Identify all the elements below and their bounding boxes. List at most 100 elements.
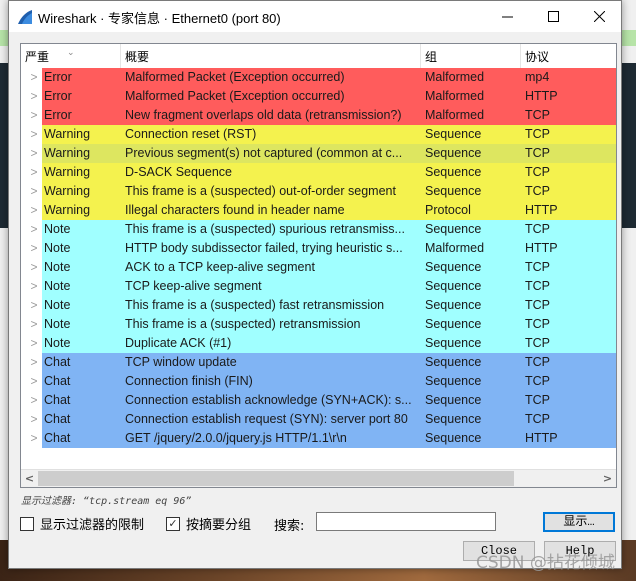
show-button[interactable]: 显示… <box>543 512 615 532</box>
cell-group: Sequence <box>425 127 482 141</box>
expand-chevron-icon[interactable]: > <box>25 277 43 296</box>
table-row[interactable]: > Warning Previous segment(s) not captured… <box>21 144 616 163</box>
scroll-left-icon[interactable]: < <box>21 470 38 487</box>
expand-chevron-icon[interactable]: > <box>25 106 43 125</box>
minimize-button[interactable] <box>484 1 530 32</box>
cell-protocol: TCP <box>525 298 550 312</box>
expand-chevron-icon[interactable]: > <box>25 163 43 182</box>
expand-chevron-icon[interactable]: > <box>25 220 43 239</box>
expand-chevron-icon[interactable]: > <box>25 334 43 353</box>
cell-severity: Note <box>44 317 71 331</box>
cell-group: Sequence <box>425 355 482 369</box>
scroll-right-icon[interactable]: > <box>599 470 616 487</box>
horizontal-scrollbar[interactable]: < > <box>21 469 616 487</box>
expand-chevron-icon[interactable]: > <box>25 429 43 448</box>
cell-protocol: TCP <box>525 412 550 426</box>
maximize-button[interactable] <box>530 1 576 32</box>
table-row[interactable]: > Note ACK to a TCP keep-alive segment Sequ… <box>21 258 616 277</box>
expand-chevron-icon[interactable]: > <box>25 296 43 315</box>
cell-group: Sequence <box>425 431 482 445</box>
cell-protocol: mp4 <box>525 70 550 84</box>
table-row[interactable]: > Warning D-SACK Sequence Sequence TCP <box>21 163 616 182</box>
table-row[interactable]: > Note Duplicate ACK (#1) Sequence TCP <box>21 334 616 353</box>
cell-summary: This frame is a (suspected) spurious ret… <box>125 222 405 236</box>
cell-summary: GET /jquery/2.0.0/jquery.js HTTP/1.1\r\n <box>125 431 347 445</box>
cell-protocol: HTTP <box>525 203 558 217</box>
expand-chevron-icon[interactable]: > <box>25 87 43 106</box>
table-row[interactable]: > Error Malformed Packet (Exception occurr… <box>21 87 616 106</box>
table-row[interactable]: > Error New fragment overlaps old data (re… <box>21 106 616 125</box>
cell-severity: Chat <box>44 431 71 445</box>
table-row[interactable]: > Chat Connection establish request (SYN):… <box>21 410 616 429</box>
cell-protocol: HTTP <box>525 89 558 103</box>
cell-severity: Note <box>44 336 71 350</box>
cell-summary: Connection establish acknowledge (SYN+AC… <box>125 393 412 407</box>
table-row[interactable]: > Warning This frame is a (suspected) out-… <box>21 182 616 201</box>
cell-severity: Note <box>44 298 71 312</box>
expand-chevron-icon[interactable]: > <box>25 353 43 372</box>
expand-chevron-icon[interactable]: > <box>25 68 43 87</box>
cell-protocol: TCP <box>525 393 550 407</box>
cell-group: Sequence <box>425 317 482 331</box>
cell-summary: ACK to a TCP keep-alive segment <box>125 260 315 274</box>
table-row[interactable]: > Note TCP keep-alive segment Sequence TCP <box>21 277 616 296</box>
expand-chevron-icon[interactable]: > <box>25 239 43 258</box>
column-header-group[interactable]: 组 <box>421 44 521 68</box>
table-row[interactable]: > Error Malformed Packet (Exception occurr… <box>21 68 616 87</box>
cell-group: Sequence <box>425 393 482 407</box>
column-header-severity[interactable]: ⌄ 严重 <box>21 44 121 68</box>
expand-chevron-icon[interactable]: > <box>25 201 43 220</box>
cell-summary: Illegal characters found in header name <box>125 203 345 217</box>
table-row[interactable]: > Chat TCP window update Sequence TCP <box>21 353 616 372</box>
title-bar: Wireshark · 专家信息 · Ethernet0 (port 80) <box>9 1 621 32</box>
checkbox-checked-icon[interactable]: ✓ <box>166 516 180 531</box>
cell-protocol: HTTP <box>525 431 558 445</box>
cell-severity: Warning <box>44 165 91 179</box>
cell-protocol: TCP <box>525 146 550 160</box>
cell-protocol: TCP <box>525 127 550 141</box>
expand-chevron-icon[interactable]: > <box>25 258 43 277</box>
column-header-protocol[interactable]: 协议 <box>521 44 616 68</box>
cell-severity: Note <box>44 279 71 293</box>
cell-group: Sequence <box>425 165 482 179</box>
cell-severity: Warning <box>44 146 91 160</box>
expand-chevron-icon[interactable]: > <box>25 372 43 391</box>
cell-summary: Connection finish (FIN) <box>125 374 253 388</box>
cell-summary: This frame is a (suspected) out-of-order… <box>125 184 396 198</box>
limit-to-filter-checkbox[interactable]: 显示过滤器的限制 <box>20 514 144 533</box>
cell-group: Sequence <box>425 374 482 388</box>
expand-chevron-icon[interactable]: > <box>25 391 43 410</box>
cell-group: Sequence <box>425 260 482 274</box>
close-window-button[interactable] <box>576 1 622 32</box>
cell-protocol: TCP <box>525 260 550 274</box>
search-input[interactable] <box>316 512 496 531</box>
expert-info-table: ⌄ 严重 概要 组 协议 > Error Malformed Packet (Exc… <box>20 43 617 488</box>
cell-group: Sequence <box>425 184 482 198</box>
cell-protocol: TCP <box>525 165 550 179</box>
sort-descending-icon: ⌄ <box>67 48 75 58</box>
expand-chevron-icon[interactable]: > <box>25 315 43 334</box>
table-row[interactable]: > Note This frame is a (suspected) retrans… <box>21 315 616 334</box>
scrollbar-thumb[interactable] <box>38 471 514 486</box>
expand-chevron-icon[interactable]: > <box>25 144 43 163</box>
table-row[interactable]: > Chat Connection establish acknowledge (S… <box>21 391 616 410</box>
table-row[interactable]: > Chat GET /jquery/2.0.0/jquery.js HTTP/1.… <box>21 429 616 448</box>
group-by-summary-checkbox[interactable]: ✓ 按摘要分组 <box>166 514 251 533</box>
cell-severity: Chat <box>44 412 71 426</box>
checkbox-unchecked-icon[interactable] <box>20 516 34 531</box>
expand-chevron-icon[interactable]: > <box>25 182 43 201</box>
table-row[interactable]: > Warning Connection reset (RST) Sequence TC… <box>21 125 616 144</box>
cell-group: Sequence <box>425 336 482 350</box>
table-row[interactable]: > Warning Illegal characters found in head… <box>21 201 616 220</box>
table-row[interactable]: > Note This frame is a (suspected) fast re… <box>21 296 616 315</box>
cell-summary: TCP window update <box>125 355 237 369</box>
expand-chevron-icon[interactable]: > <box>25 410 43 429</box>
table-row[interactable]: > Note This frame is a (suspected) spuriou… <box>21 220 616 239</box>
search-label: 搜索: <box>274 519 305 534</box>
expand-chevron-icon[interactable]: > <box>25 125 43 144</box>
wireshark-fin-icon <box>18 10 32 24</box>
table-row[interactable]: > Note HTTP body subdissector failed, tryi… <box>21 239 616 258</box>
table-row[interactable]: > Chat Connection finish (FIN) Sequence TCP <box>21 372 616 391</box>
cell-protocol: TCP <box>525 355 550 369</box>
column-header-summary[interactable]: 概要 <box>121 44 421 68</box>
